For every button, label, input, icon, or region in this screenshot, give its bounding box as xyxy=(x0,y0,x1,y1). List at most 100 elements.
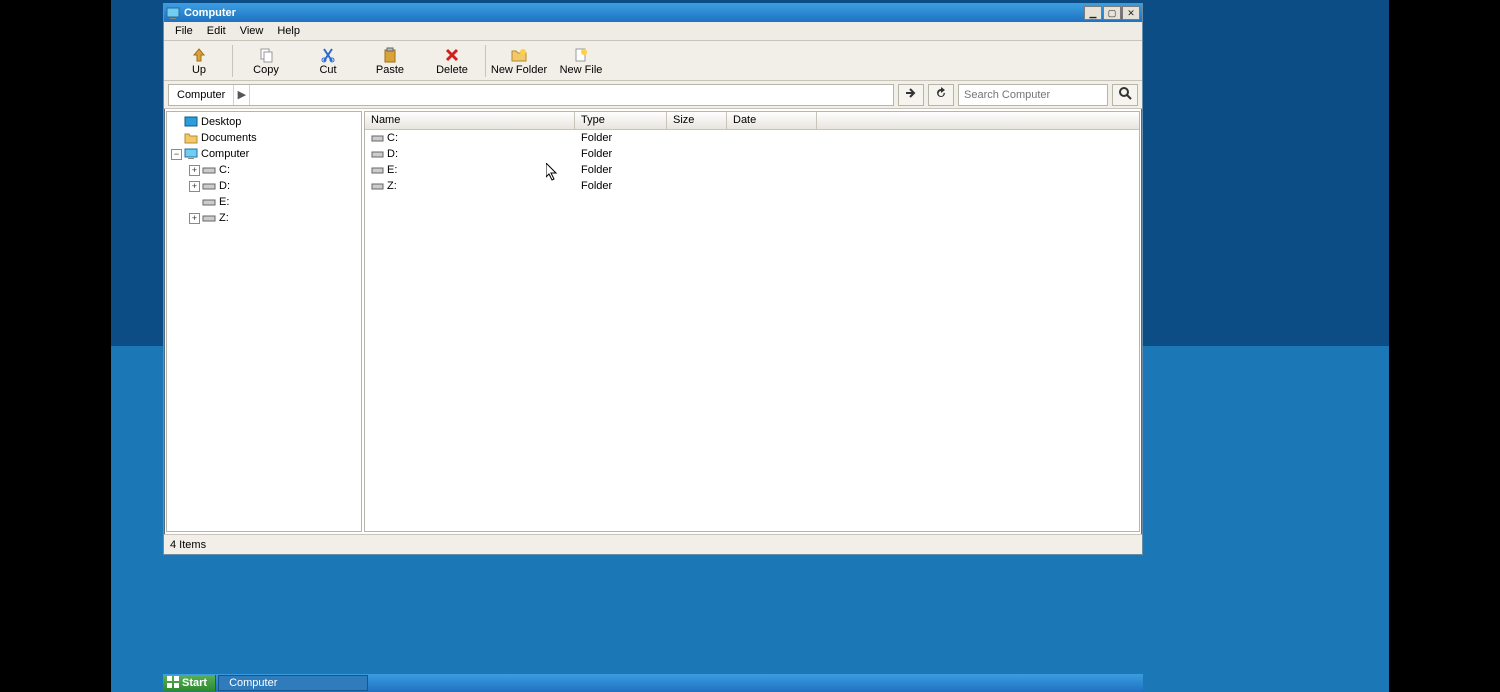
tree-label: E: xyxy=(219,196,229,208)
drive-icon xyxy=(371,133,384,144)
list-item[interactable]: E:Folder xyxy=(365,162,1139,178)
tree-item-drive-c[interactable]: + C: xyxy=(167,162,361,178)
arrow-right-icon xyxy=(904,86,918,103)
menu-edit[interactable]: Edit xyxy=(200,23,233,39)
column-type[interactable]: Type xyxy=(575,112,667,129)
cut-label: Cut xyxy=(319,64,336,76)
maximize-icon: ▢ xyxy=(1108,8,1117,19)
tree-toggle-blank xyxy=(171,117,182,128)
tree-item-documents[interactable]: Documents xyxy=(167,130,361,146)
start-icon xyxy=(167,676,179,691)
computer-icon xyxy=(184,147,198,161)
search-icon xyxy=(1118,86,1132,103)
paste-label: Paste xyxy=(376,64,404,76)
column-name[interactable]: Name xyxy=(365,112,575,129)
drive-icon xyxy=(202,179,216,193)
file-list[interactable]: Name Type Size Date C:FolderD:FolderE:Fo… xyxy=(364,111,1140,532)
toolbar-separator xyxy=(232,45,233,77)
toolbar-separator xyxy=(485,45,486,77)
drive-icon xyxy=(202,211,216,225)
up-button[interactable]: Up xyxy=(168,42,230,80)
close-button[interactable]: ✕ xyxy=(1122,6,1140,20)
new-folder-button[interactable]: New Folder xyxy=(488,42,550,80)
folder-icon xyxy=(184,131,198,145)
tree-item-drive-z[interactable]: + Z: xyxy=(167,210,361,226)
up-label: Up xyxy=(192,64,206,76)
list-header: Name Type Size Date xyxy=(365,112,1139,130)
item-name: D: xyxy=(387,148,398,160)
menu-view[interactable]: View xyxy=(233,23,271,39)
taskbar[interactable]: Start Computer xyxy=(163,674,1143,692)
cut-button[interactable]: Cut xyxy=(297,42,359,80)
arrow-up-icon xyxy=(191,46,207,64)
item-type: Folder xyxy=(575,180,667,192)
item-type: Folder xyxy=(575,132,667,144)
start-button[interactable]: Start xyxy=(163,675,216,691)
drive-icon xyxy=(202,163,216,177)
tree-label: C: xyxy=(219,164,230,176)
new-folder-label: New Folder xyxy=(491,64,547,76)
refresh-icon xyxy=(934,86,948,103)
toolbar: Up Copy Cut Paste Delete New Folder New … xyxy=(164,41,1142,81)
new-folder-icon xyxy=(511,46,527,64)
drive-icon xyxy=(202,195,216,209)
folder-tree[interactable]: Desktop Documents − Computer + C: + D: xyxy=(166,111,362,532)
search-input[interactable] xyxy=(958,84,1108,106)
start-label: Start xyxy=(182,677,207,689)
expand-icon[interactable]: + xyxy=(189,213,200,224)
collapse-icon[interactable]: − xyxy=(171,149,182,160)
status-text: 4 Items xyxy=(170,539,206,551)
tree-label: Z: xyxy=(219,212,229,224)
tree-label: Documents xyxy=(201,132,257,144)
expand-icon[interactable]: + xyxy=(189,165,200,176)
close-icon: ✕ xyxy=(1127,8,1135,19)
address-bar: Computer ▶ xyxy=(164,81,1142,109)
list-item[interactable]: C: Folder xyxy=(365,130,1139,146)
tree-item-desktop[interactable]: Desktop xyxy=(167,114,361,130)
expand-icon[interactable]: + xyxy=(189,181,200,192)
tree-item-computer[interactable]: − Computer xyxy=(167,146,361,162)
new-file-button[interactable]: New File xyxy=(550,42,612,80)
paste-icon xyxy=(382,46,398,64)
taskbar-item-label: Computer xyxy=(229,677,277,689)
tree-item-drive-e[interactable]: E: xyxy=(167,194,361,210)
menu-help[interactable]: Help xyxy=(270,23,307,39)
delete-label: Delete xyxy=(436,64,468,76)
delete-button[interactable]: Delete xyxy=(421,42,483,80)
titlebar[interactable]: Computer ▁ ▢ ✕ xyxy=(164,4,1142,22)
minimize-button[interactable]: ▁ xyxy=(1084,6,1102,20)
item-name: C: xyxy=(387,132,398,144)
list-item[interactable]: Z:Folder xyxy=(365,178,1139,194)
menu-file[interactable]: File xyxy=(168,23,200,39)
column-date[interactable]: Date xyxy=(727,112,817,129)
tree-label: Desktop xyxy=(201,116,241,128)
search-button[interactable] xyxy=(1112,84,1138,106)
drive-icon xyxy=(371,165,384,176)
drive-icon xyxy=(371,149,384,160)
chevron-right-icon[interactable]: ▶ xyxy=(234,85,250,105)
desktop-icon xyxy=(184,115,198,129)
tree-label: Computer xyxy=(201,148,249,160)
copy-label: Copy xyxy=(253,64,279,76)
column-size[interactable]: Size xyxy=(667,112,727,129)
delete-icon xyxy=(444,46,460,64)
new-file-icon xyxy=(573,46,589,64)
refresh-button[interactable] xyxy=(928,84,954,106)
maximize-button[interactable]: ▢ xyxy=(1103,6,1121,20)
list-item[interactable]: D:Folder xyxy=(365,146,1139,162)
breadcrumb[interactable]: Computer ▶ xyxy=(168,84,894,106)
tree-toggle-blank xyxy=(189,197,200,208)
file-explorer-window: Computer ▁ ▢ ✕ File Edit View Help Up Co… xyxy=(163,3,1143,555)
tree-item-drive-d[interactable]: + D: xyxy=(167,178,361,194)
paste-button[interactable]: Paste xyxy=(359,42,421,80)
breadcrumb-segment[interactable]: Computer xyxy=(169,85,234,105)
menubar: File Edit View Help xyxy=(164,22,1142,41)
tree-label: D: xyxy=(219,180,230,192)
copy-icon xyxy=(258,46,274,64)
drive-icon xyxy=(371,181,384,192)
copy-button[interactable]: Copy xyxy=(235,42,297,80)
window-title: Computer xyxy=(184,7,236,19)
go-button[interactable] xyxy=(898,84,924,106)
taskbar-item-computer[interactable]: Computer xyxy=(218,675,368,691)
new-file-label: New File xyxy=(560,64,603,76)
